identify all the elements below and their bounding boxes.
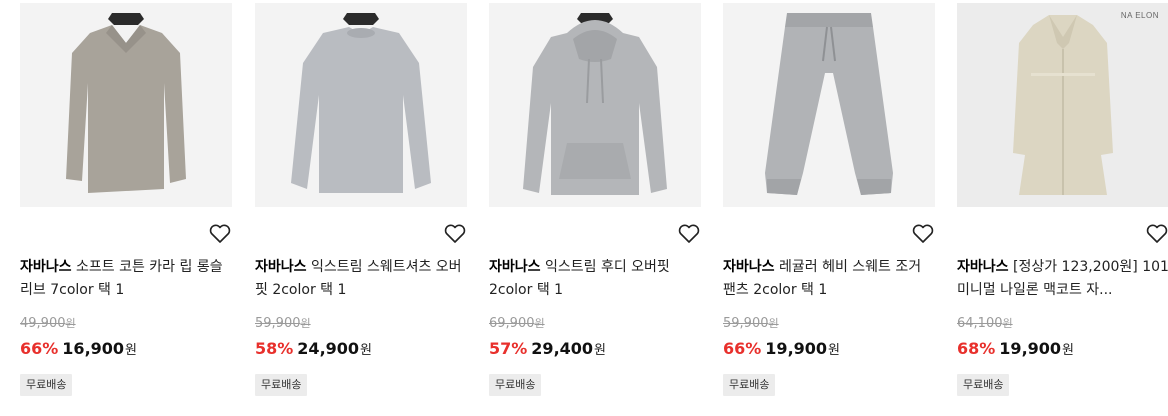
free-shipping-badge: 무료배송 (20, 374, 73, 396)
product-card[interactable]: 자바나스 소프트 코튼 카라 립 롱슬리브 7color 택 1 49,900원… (20, 3, 232, 396)
sale-price-row: 57% 29,400원 (489, 339, 607, 358)
thumb-tag: NA ELON (1120, 11, 1159, 20)
original-price: 49,900원 (20, 316, 76, 331)
sale-price-row: 68% 19,900원 (957, 339, 1075, 358)
product-title[interactable]: 자바나스 레귤러 헤비 스웨트 조거 팬츠 2color 택 1 (723, 256, 935, 302)
free-shipping-badge: 무료배송 (255, 374, 308, 396)
original-price: 64,100원 (957, 316, 1013, 331)
discount-rate: 66% (20, 339, 59, 358)
sale-price: 29,400 (531, 339, 594, 358)
free-shipping-badge: 무료배송 (957, 374, 1010, 396)
polo-long-sleeve-icon (66, 13, 186, 193)
brand-name: 자바나스 (20, 259, 72, 275)
sale-price-row: 66% 19,900원 (723, 339, 841, 358)
product-title[interactable]: 자바나스 익스트림 스웨트셔츠 오버핏 2color 택 1 (255, 256, 467, 302)
sale-price-row: 66% 16,900원 (20, 339, 138, 358)
product-image[interactable] (723, 3, 935, 207)
sale-price: 19,900 (765, 339, 828, 358)
discount-rate: 68% (957, 339, 996, 358)
product-image[interactable] (489, 3, 701, 207)
product-card[interactable]: NA ELON 자바나스 [정상가 123,200원] 101 미니멀 나일론 … (957, 3, 1168, 396)
heart-icon[interactable] (443, 222, 467, 246)
hoodie-icon (523, 13, 667, 195)
product-card[interactable]: 자바나스 익스트림 후디 오버핏 2color 택 1 69,900원 57% 2… (489, 3, 701, 396)
original-price: 69,900원 (489, 316, 545, 331)
brand-name: 자바나스 (489, 259, 541, 275)
brand-name: 자바나스 (957, 259, 1009, 275)
sale-price: 24,900 (297, 339, 360, 358)
product-title[interactable]: 자바나스 익스트림 후디 오버핏 2color 택 1 (489, 256, 701, 302)
product-grid: 자바나스 소프트 코튼 카라 립 롱슬리브 7color 택 1 49,900원… (0, 0, 1168, 416)
product-title[interactable]: 자바나스 [정상가 123,200원] 101 미니멀 나일론 맥코트 자... (957, 256, 1168, 302)
brand-name: 자바나스 (255, 259, 307, 275)
sweatshirt-icon (291, 13, 431, 193)
original-price: 59,900원 (723, 316, 779, 331)
product-image[interactable]: NA ELON (957, 3, 1168, 207)
brand-name: 자바나스 (723, 259, 775, 275)
product-image[interactable] (20, 3, 232, 207)
heart-icon[interactable] (1145, 222, 1168, 246)
sale-price: 16,900 (62, 339, 125, 358)
product-card[interactable]: 자바나스 레귤러 헤비 스웨트 조거 팬츠 2color 택 1 59,900원… (723, 3, 935, 396)
heart-icon[interactable] (208, 222, 232, 246)
product-card[interactable]: 자바나스 익스트림 스웨트셔츠 오버핏 2color 택 1 59,900원 5… (255, 3, 467, 396)
jogger-pants-icon (765, 13, 893, 195)
free-shipping-badge: 무료배송 (723, 374, 776, 396)
sale-price: 19,900 (999, 339, 1062, 358)
discount-rate: 58% (255, 339, 294, 358)
mac-coat-icon (1013, 15, 1113, 195)
sale-price-row: 58% 24,900원 (255, 339, 373, 358)
heart-icon[interactable] (911, 222, 935, 246)
discount-rate: 66% (723, 339, 762, 358)
product-title[interactable]: 자바나스 소프트 코튼 카라 립 롱슬리브 7color 택 1 (20, 256, 232, 302)
heart-icon[interactable] (677, 222, 701, 246)
free-shipping-badge: 무료배송 (489, 374, 542, 396)
discount-rate: 57% (489, 339, 528, 358)
original-price: 59,900원 (255, 316, 311, 331)
product-image[interactable] (255, 3, 467, 207)
